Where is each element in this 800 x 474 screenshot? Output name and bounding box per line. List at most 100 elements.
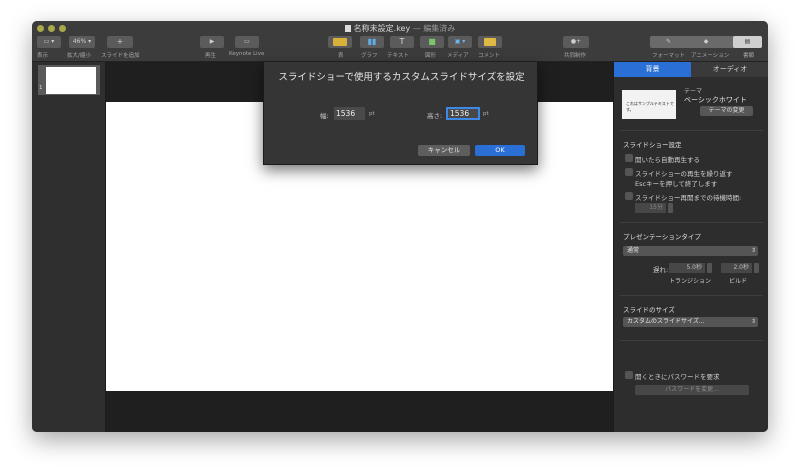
comment-icon (484, 38, 496, 46)
media-button[interactable]: ▣ ▾ (448, 36, 472, 48)
presentation-type-value: 通常 (627, 247, 640, 254)
build-delay-field[interactable]: 2.0秒 (721, 263, 752, 273)
autoplay-checkbox[interactable] (625, 154, 633, 162)
theme-name: ベーシックホワイト (684, 96, 747, 104)
slide-size-value: カスタムのスライドサイズ... (627, 318, 705, 325)
slideshow-settings-heading: スライドショー設定 (623, 141, 682, 149)
restart-delay-field[interactable]: 15分 (635, 203, 666, 213)
chart-label: グラフ (361, 53, 378, 59)
password-checkbox[interactable] (625, 371, 633, 379)
chart-button[interactable]: ▮▮ (360, 36, 384, 48)
divider (620, 295, 763, 296)
sheet-title: スライドショーで使用するカスタムスライドサイズを設定 (278, 72, 525, 83)
shape-label: 図形 (425, 53, 437, 59)
build-delay-stepper[interactable] (754, 263, 759, 273)
chart-icon: ▮▮ (367, 37, 377, 46)
shape-icon: ■ (428, 37, 436, 46)
width-unit: pt (369, 111, 375, 117)
theme-thumbnail-text: これはサンプルテキストです。 (626, 101, 674, 112)
play-icon: ▶ (209, 38, 215, 45)
build-label: ビルド (729, 278, 748, 285)
slide-size-heading: スライドのサイズ (623, 306, 675, 314)
zoom-label: 拡大/縮小 (67, 53, 91, 59)
slide-thumbnail-selected[interactable]: 1 (38, 65, 100, 95)
text-button[interactable]: T (390, 36, 414, 48)
document-panel-icon: ▤ (744, 38, 751, 45)
select-arrows-icon: ⇕ (750, 247, 756, 254)
transition-delay-field[interactable]: 5.0秒 (669, 263, 705, 273)
document-name: 名称未設定.key (353, 24, 411, 33)
restart-label: スライドショー再開までの待機時間: (635, 194, 742, 202)
collaborate-icon: ●+ (570, 38, 582, 45)
text-label: テキスト (387, 53, 409, 59)
table-label: 表 (338, 53, 344, 59)
slide-number: 1 (39, 85, 43, 91)
comment-button[interactable] (478, 36, 502, 48)
media-icon: ▣ ▾ (454, 38, 466, 45)
change-password-button[interactable]: パスワードを変更... (635, 385, 749, 395)
plus-icon: + (116, 37, 124, 46)
play-label: 再生 (205, 53, 217, 59)
view-button[interactable]: ▭ ▾ (37, 36, 61, 48)
animate-icon: ◆ (703, 38, 709, 45)
animate-label: アニメーション (691, 53, 730, 59)
keynote-live-label: Keynote Live (229, 51, 265, 57)
ok-button[interactable]: OK (475, 145, 525, 156)
select-arrows-icon: ⇕ (750, 318, 756, 325)
play-button[interactable]: ▶ (200, 36, 224, 48)
presentation-type-select[interactable]: 通常 ⇕ (623, 246, 758, 256)
height-unit: pt (483, 111, 489, 117)
slide-size-select[interactable]: カスタムのスライドサイズ... ⇕ (623, 317, 758, 327)
password-label: 開くときにパスワードを要求 (635, 373, 720, 381)
document-label: 書類 (743, 53, 755, 59)
window-title: 名称未設定.key — 編集済み (32, 23, 768, 34)
height-field[interactable]: 1536 (446, 107, 480, 120)
cancel-button[interactable]: キャンセル (418, 145, 470, 156)
divider (620, 130, 763, 131)
change-theme-button[interactable]: テーマの変更 (700, 106, 753, 116)
restart-delay-stepper[interactable] (668, 203, 673, 213)
custom-slide-size-sheet: スライドショーで使用するカスタムスライドサイズを設定 幅: 1536 pt 高さ… (263, 62, 538, 165)
media-label: メディア (447, 53, 469, 59)
animate-button[interactable]: ◆ (687, 36, 725, 48)
loop-checkbox[interactable] (625, 168, 633, 176)
format-button[interactable]: ✎ (650, 36, 687, 48)
presentation-type-heading: プレゼンテーションタイプ (623, 233, 701, 241)
keynote-live-button[interactable]: ▭ (235, 36, 259, 48)
collaborate-label: 共同制作 (564, 53, 587, 59)
restart-checkbox[interactable] (625, 192, 633, 200)
document-icon (344, 25, 351, 32)
shape-button[interactable]: ■ (420, 36, 444, 48)
add-slide-button[interactable]: + (107, 36, 133, 48)
loop-label: スライドショーの再生を繰り返す (635, 170, 733, 178)
transition-delay-stepper[interactable] (707, 263, 712, 273)
divider (620, 340, 763, 341)
edited-status: 編集済み (423, 24, 456, 33)
toolbar: 名称未設定.key — 編集済み ▭ ▾ 46% ▾ + 表示 拡大/縮小 スラ… (32, 21, 768, 62)
add-slide-label: スライドを追加 (101, 53, 140, 59)
view-icon: ▭ ▾ (43, 38, 55, 45)
document-button[interactable]: ▤ (733, 36, 762, 48)
theme-thumbnail[interactable]: これはサンプルテキストです。 (622, 90, 676, 119)
width-field[interactable]: 1536 (334, 107, 365, 120)
loop-hint: Escキーを押して終了します (635, 180, 718, 188)
keynote-window: 名称未設定.key — 編集済み ▭ ▾ 46% ▾ + 表示 拡大/縮小 スラ… (32, 21, 768, 432)
table-button[interactable] (328, 36, 352, 48)
slide-thumbnail-image (46, 67, 96, 94)
zoom-select[interactable]: 46% ▾ (69, 36, 95, 48)
format-label: フォーマット (652, 53, 686, 59)
document-inspector: 背景 オーディオ これはサンプルテキストです。 テーマ ベーシックホワイト テー… (613, 62, 768, 432)
height-label: 高さ: (427, 112, 443, 120)
keynote-live-icon: ▭ (244, 38, 250, 45)
collaborate-button[interactable]: ●+ (563, 36, 589, 48)
paintbrush-icon: ✎ (665, 38, 672, 45)
title-separator: — (410, 24, 424, 33)
transition-label: トランジション (669, 278, 712, 285)
comment-label: コメント (478, 53, 501, 59)
table-icon (333, 38, 347, 46)
delay-label: 遅れ: (653, 266, 669, 274)
tab-audio[interactable]: オーディオ (691, 62, 768, 77)
tab-background[interactable]: 背景 (614, 62, 691, 77)
autoplay-label: 開いたら自動再生する (635, 156, 700, 164)
text-icon: T (399, 37, 405, 46)
